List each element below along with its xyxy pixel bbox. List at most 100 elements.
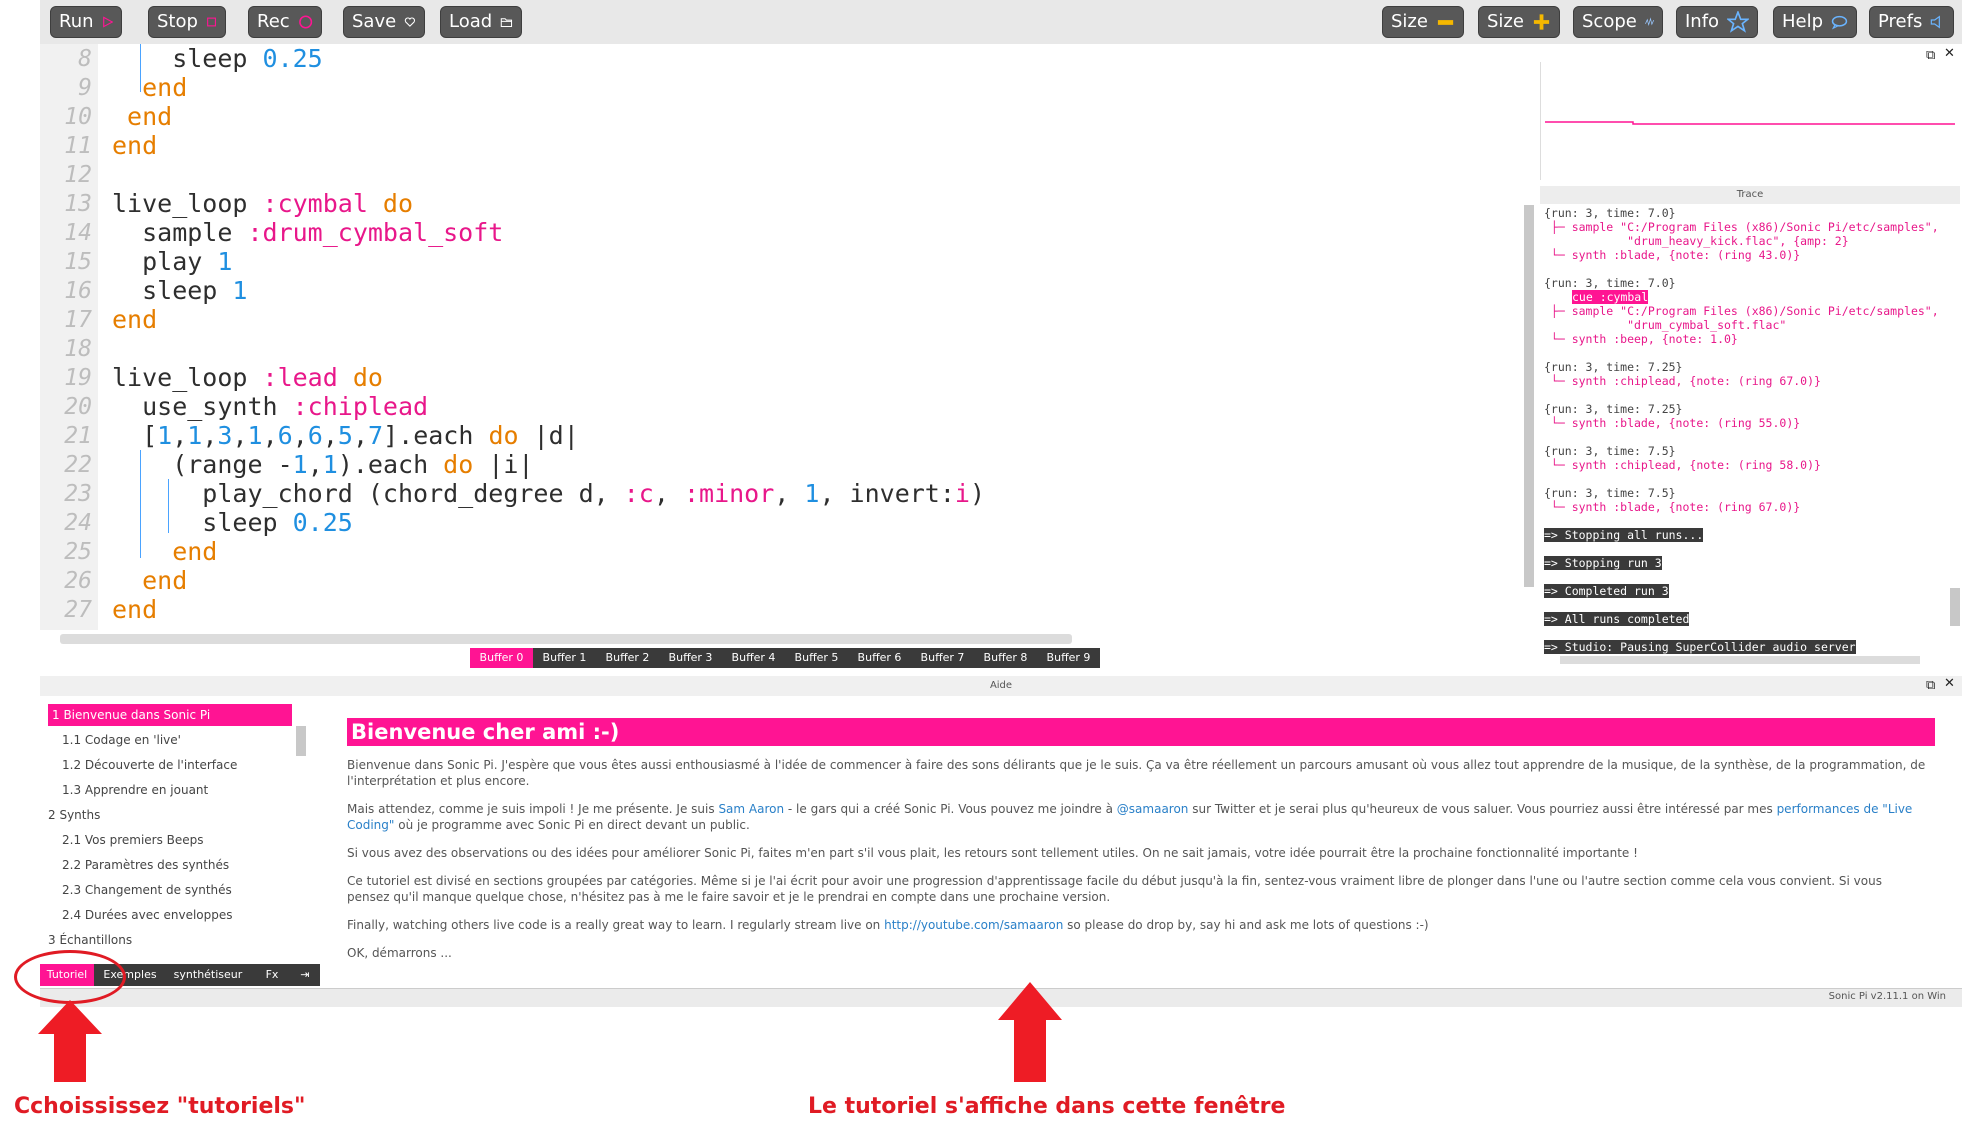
trace-line: └─ synth :blade, {note: (ring 43.0)}	[1544, 248, 1801, 262]
trace-line: └─ synth :blade, {note: (ring 67.0)}	[1544, 500, 1801, 514]
trace-line: └─ synth :chiplead, {note: (ring 67.0)}	[1544, 374, 1821, 388]
line-number: 15	[64, 249, 92, 275]
tab-fx[interactable]: Fx	[252, 964, 292, 986]
line-number: 24	[64, 510, 92, 536]
plus-icon	[1533, 14, 1550, 30]
toc-item[interactable]: 1.3 Apprendre en jouant	[48, 779, 292, 801]
close-window-icon[interactable]: ✕	[1944, 46, 1955, 61]
scope-button[interactable]: Scope	[1573, 6, 1663, 38]
indent-guide	[140, 44, 141, 92]
toc-item[interactable]: 2.3 Changement de synthés	[48, 879, 292, 901]
code-line: end	[112, 595, 158, 624]
run-button[interactable]: Run	[50, 6, 122, 38]
load-button[interactable]: Load	[440, 6, 522, 38]
buffer-tab[interactable]: Buffer 3	[659, 648, 722, 668]
size-increase-button[interactable]: Size	[1478, 6, 1560, 38]
trace-line: ├─ sample "C:/Program Files (x86)/Sonic …	[1544, 304, 1939, 318]
tab-synthetiseur[interactable]: synthétiseur	[166, 964, 250, 986]
toc-item[interactable]: 2 Synths	[48, 804, 292, 826]
code-line: live_loop :cymbal do	[112, 189, 414, 218]
trace-line: {run: 3, time: 7.5}	[1544, 444, 1676, 458]
trace-line: └─ synth :beep, {note: 1.0}	[1544, 332, 1738, 346]
code-line: use_synth :chiplead	[112, 392, 429, 421]
more-tabs-icon[interactable]: ⇥	[294, 964, 316, 986]
float-window-icon[interactable]: ⧉	[1926, 48, 1935, 63]
trace-horizontal-scrollbar[interactable]	[1560, 656, 1920, 664]
line-number: 21	[64, 423, 92, 449]
line-number: 17	[64, 307, 92, 333]
code-editor[interactable]	[40, 44, 1524, 640]
toc-item[interactable]: 2.4 Durées avec enveloppes	[48, 904, 292, 926]
trace-log: {run: 3, time: 7.0} ├─ sample "C:/Progra…	[1544, 206, 1950, 654]
buffer-tab[interactable]: Buffer 1	[533, 648, 596, 668]
info-button[interactable]: Info	[1676, 6, 1758, 38]
link-youtube[interactable]: http://youtube.com/samaaron	[884, 918, 1063, 932]
code-line: end	[112, 305, 158, 334]
trace-line: {run: 3, time: 7.5}	[1544, 486, 1676, 500]
help-float-icon[interactable]: ⧉	[1926, 678, 1935, 693]
buffer-tab[interactable]: Buffer 0	[470, 648, 533, 668]
help-paragraph: Ce tutoriel est divisé en sections group…	[347, 874, 1882, 904]
toc-item[interactable]: 1.2 Découverte de l'interface	[48, 754, 292, 776]
code-line: sleep 0.25	[112, 508, 353, 537]
buffer-tab[interactable]: Buffer 4	[722, 648, 785, 668]
prefs-button[interactable]: Prefs	[1869, 6, 1954, 38]
help-title-bar: Aide	[40, 676, 1962, 696]
trace-status-line: => Stopping all runs...	[1544, 528, 1704, 542]
help-close-icon[interactable]: ✕	[1944, 676, 1955, 691]
line-number: 12	[64, 162, 92, 188]
buffer-tab[interactable]: Buffer 5	[785, 648, 848, 668]
trace-line: {run: 3, time: 7.0}	[1544, 276, 1676, 290]
trace-line: {run: 3, time: 7.25}	[1544, 360, 1683, 374]
line-number: 23	[64, 481, 92, 507]
annotation-circle	[14, 950, 126, 1004]
line-number: 22	[64, 452, 92, 478]
link-sam-aaron[interactable]: Sam Aaron	[718, 802, 784, 816]
record-icon	[298, 15, 312, 29]
size-decrease-button[interactable]: Size	[1382, 6, 1464, 38]
buffer-tab[interactable]: Buffer 8	[974, 648, 1037, 668]
line-number: 8	[78, 46, 92, 72]
waveform-icon	[1644, 17, 1654, 27]
toc-item[interactable]: 3 Échantillons	[48, 929, 292, 951]
annotation-label-left: Cchoississez "tutoriels"	[14, 1094, 306, 1119]
code-line: end	[112, 566, 188, 595]
speaker-icon	[1931, 15, 1941, 29]
code-line: sample :drum_cymbal_soft	[112, 218, 504, 247]
editor-horizontal-scrollbar[interactable]	[60, 634, 1072, 644]
trace-line: "drum_cymbal_soft.flac"	[1544, 318, 1787, 332]
toc-scrollbar[interactable]	[296, 726, 306, 756]
annotation-arrow-left	[38, 1000, 102, 1082]
stop-button[interactable]: Stop	[148, 6, 226, 38]
heart-icon	[404, 17, 416, 27]
buffer-tab[interactable]: Buffer 6	[848, 648, 911, 668]
buffer-tab[interactable]: Buffer 7	[911, 648, 974, 668]
trace-line: ├─ sample "C:/Program Files (x86)/Sonic …	[1544, 220, 1939, 234]
buffer-tab[interactable]: Buffer 9	[1037, 648, 1100, 668]
link-twitter[interactable]: @samaaron	[1117, 802, 1189, 816]
editor-vertical-scrollbar[interactable]	[1524, 205, 1534, 587]
help-paragraph: Bienvenue dans Sonic Pi. J'espère que vo…	[347, 758, 1926, 788]
annotation-label-right: Le tutoriel s'affiche dans cette fenêtre	[808, 1094, 1286, 1119]
line-number: 13	[64, 191, 92, 217]
help-paragraph: Finally, watching others live code is a …	[347, 918, 1429, 932]
code-line: end	[112, 537, 218, 566]
record-button[interactable]: Rec	[248, 6, 322, 38]
annotation-arrow-right	[998, 982, 1062, 1082]
indent-guide	[168, 479, 169, 533]
code-line: [1,1,3,1,6,6,5,7].each do |d|	[112, 421, 579, 450]
toc-item[interactable]: 1 Bienvenue dans Sonic Pi	[48, 704, 292, 726]
help-button[interactable]: Help	[1773, 6, 1857, 38]
code-line: play 1	[112, 247, 233, 276]
buffer-tab[interactable]: Buffer 2	[596, 648, 659, 668]
toc-item[interactable]: 2.1 Vos premiers Beeps	[48, 829, 292, 851]
save-button[interactable]: Save	[343, 6, 425, 38]
toc-item[interactable]: 1.1 Codage en 'live'	[48, 729, 292, 751]
toc-item[interactable]: 2.2 Paramètres des synthés	[48, 854, 292, 876]
trace-vertical-scrollbar[interactable]	[1950, 588, 1960, 626]
trace-status-line: => Stopping run 3	[1544, 556, 1662, 570]
scope-waveform	[1545, 121, 1955, 125]
trace-status-line: => Completed run 3	[1544, 584, 1669, 598]
line-number: 10	[64, 104, 92, 130]
line-number: 19	[64, 365, 92, 391]
